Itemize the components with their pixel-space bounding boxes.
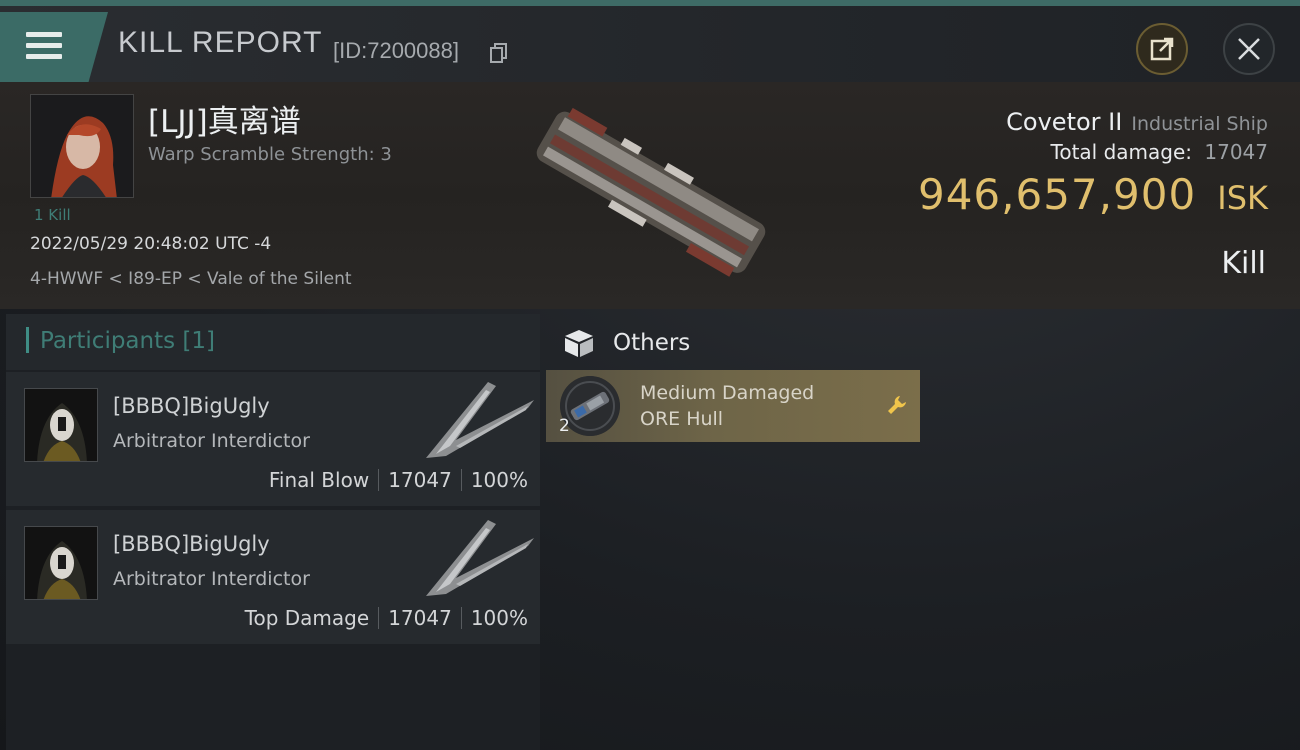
participant-percent: 100% bbox=[470, 468, 528, 492]
kill-count: 1 Kill bbox=[34, 206, 71, 224]
participant-avatar[interactable] bbox=[24, 388, 98, 462]
participant-damage: 17047 bbox=[388, 606, 452, 630]
dropped-item-card[interactable]: 2 Medium Damaged ORE Hull bbox=[546, 370, 920, 442]
share-button[interactable] bbox=[1136, 23, 1188, 75]
wrench-icon[interactable] bbox=[886, 394, 908, 416]
stat-divider bbox=[378, 469, 380, 491]
participant-role: Top Damage bbox=[244, 606, 370, 630]
section-marker bbox=[26, 327, 29, 353]
victim-ship-class: Industrial Ship bbox=[1131, 113, 1268, 135]
participant-ship: Arbitrator Interdictor bbox=[113, 568, 310, 590]
warp-scramble-strength: Warp Scramble Strength: 3 bbox=[148, 144, 392, 165]
helmet-portrait-image bbox=[25, 389, 97, 461]
stat-divider bbox=[460, 607, 462, 629]
participants-header: Participants [1] bbox=[6, 314, 540, 370]
others-title: Others bbox=[613, 330, 691, 356]
item-type: ORE Hull bbox=[640, 408, 724, 430]
victim-ship-line: Covetor II Industrial Ship bbox=[1006, 108, 1268, 136]
participant-ship-image[interactable] bbox=[416, 376, 536, 464]
participant-row[interactable]: [BBBQ]BigUgly Arbitrator Interdictor Fin… bbox=[6, 372, 540, 506]
kill-datetime: 2022/05/29 20:48:02 UTC -4 bbox=[30, 234, 272, 254]
victim-ship-image[interactable] bbox=[510, 94, 790, 294]
helmet-portrait-image bbox=[25, 527, 97, 599]
total-damage-value: 17047 bbox=[1204, 140, 1268, 164]
participant-row[interactable]: [BBBQ]BigUgly Arbitrator Interdictor Top… bbox=[6, 510, 540, 644]
participant-avatar[interactable] bbox=[24, 526, 98, 600]
stat-divider bbox=[378, 607, 380, 629]
cargo-box-icon bbox=[565, 330, 593, 357]
item-name: Medium Damaged bbox=[640, 382, 815, 404]
hamburger-menu-icon bbox=[26, 32, 62, 60]
isk-value-line: 946,657,900 ISK bbox=[918, 170, 1268, 219]
report-result: Kill bbox=[1221, 246, 1266, 281]
participant-ship: Arbitrator Interdictor bbox=[113, 430, 310, 452]
victim-name[interactable]: [LJJ]真离谱 bbox=[148, 96, 301, 141]
participant-stats: Top Damage 17047 100% bbox=[245, 606, 528, 630]
victim-summary: [LJJ]真离谱 Warp Scramble Strength: 3 1 Kil… bbox=[0, 82, 1300, 309]
participant-name[interactable]: [BBBQ]BigUgly bbox=[113, 394, 270, 418]
participant-role: Final Blow bbox=[268, 468, 370, 492]
participant-name[interactable]: [BBBQ]BigUgly bbox=[113, 532, 270, 556]
participant-stats: Final Blow 17047 100% bbox=[269, 468, 528, 492]
copy-icon[interactable] bbox=[490, 43, 508, 63]
participants-panel: Participants [1] [BBBQ]BigUgly Arbitrato… bbox=[6, 314, 540, 750]
close-button[interactable] bbox=[1223, 23, 1275, 75]
kill-report-screen: KILL REPORT [ID:7200088] [LJJ]真离谱 Warp S… bbox=[0, 0, 1300, 750]
total-damage-label: Total damage: bbox=[1050, 140, 1193, 164]
participant-damage: 17047 bbox=[388, 468, 452, 492]
menu-button[interactable] bbox=[0, 12, 108, 82]
isk-unit: ISK bbox=[1217, 179, 1268, 217]
participant-ship-image[interactable] bbox=[416, 514, 536, 602]
participant-percent: 100% bbox=[470, 606, 528, 630]
victim-portrait[interactable] bbox=[30, 94, 134, 198]
page-title: KILL REPORT bbox=[118, 26, 323, 59]
report-id: [ID:7200088] bbox=[333, 38, 459, 63]
isk-value: 946,657,900 bbox=[917, 170, 1197, 219]
pilot-portrait-image bbox=[31, 95, 133, 197]
participants-title: Participants [1] bbox=[40, 328, 215, 354]
close-icon bbox=[1238, 38, 1260, 60]
kill-location[interactable]: 4-HWWF < I89-EP < Vale of the Silent bbox=[30, 269, 352, 289]
share-export-icon bbox=[1150, 37, 1174, 61]
item-quantity: 2 bbox=[559, 416, 570, 436]
header-bar: KILL REPORT [ID:7200088] bbox=[0, 6, 1300, 82]
stat-divider bbox=[460, 469, 462, 491]
total-damage: Total damage: 17047 bbox=[1051, 140, 1268, 164]
victim-ship-name[interactable]: Covetor II bbox=[1006, 108, 1122, 136]
